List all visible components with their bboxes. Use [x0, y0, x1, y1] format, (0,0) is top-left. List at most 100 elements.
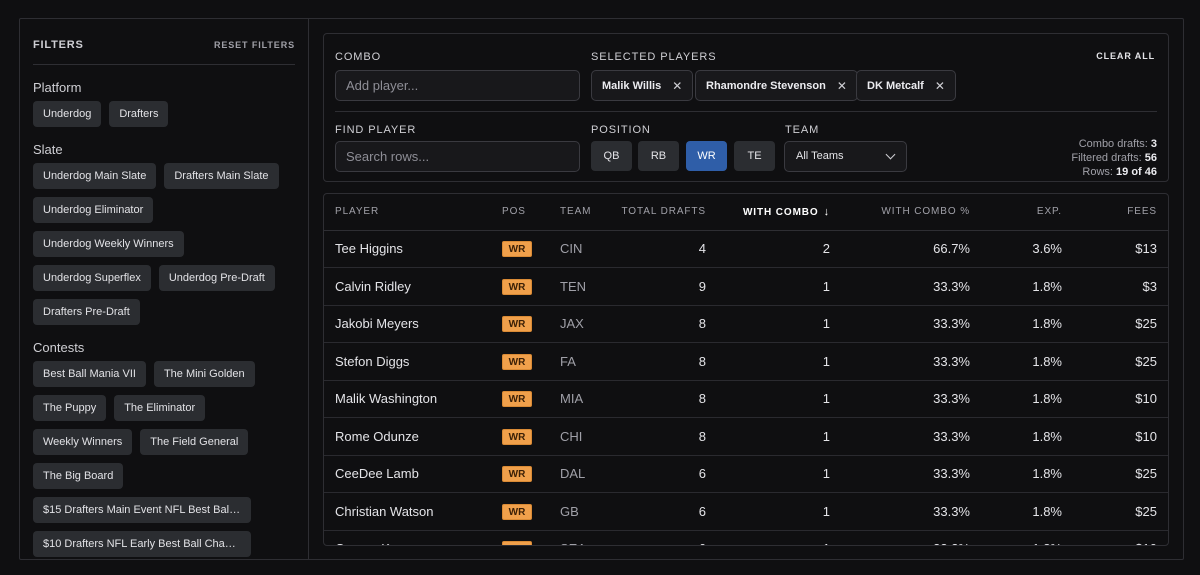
header-fees[interactable]: FEES: [1062, 194, 1168, 231]
table-row[interactable]: Jakobi Meyers WR JAX 8 1 33.3% 1.8% $25: [324, 305, 1168, 343]
pos-cell: WR: [502, 230, 560, 268]
slate-chip[interactable]: Drafters Main Slate: [164, 163, 279, 189]
team-label: TEAM: [785, 124, 820, 136]
player-cell: Calvin Ridley: [324, 267, 502, 306]
exp-cell: 1.8%: [970, 455, 1062, 493]
header-exp[interactable]: EXP.: [970, 194, 1062, 231]
position-badge: WR: [502, 428, 532, 445]
platform-chip-drafters[interactable]: Drafters: [109, 101, 169, 127]
header-pos[interactable]: POS: [502, 194, 560, 231]
table-row[interactable]: Tee Higgins WR CIN 4 2 66.7% 3.6% $13: [324, 230, 1168, 268]
fees-cell: $10: [1062, 530, 1168, 545]
with-combo-cell: 1: [706, 305, 830, 343]
slate-chip[interactable]: Underdog Eliminator: [33, 197, 154, 223]
header-with-combo-pct[interactable]: WITH COMBO %: [830, 194, 970, 231]
contest-chips: Best Ball Mania VII The Mini Golden The …: [33, 361, 295, 557]
combo-drafts-label: Combo drafts:: [1078, 138, 1148, 150]
team-select[interactable]: All Teams: [784, 141, 907, 172]
contest-chip[interactable]: The Big Board: [33, 463, 124, 489]
contest-chip[interactable]: Best Ball Mania VII: [33, 361, 146, 387]
players-table-wrap[interactable]: PLAYER POS TEAM TOTAL DRAFTS WITH COMBO ↓…: [323, 193, 1169, 546]
contest-chip[interactable]: $10 Drafters NFL Early Best Ball Cham...: [33, 531, 251, 557]
fees-cell: $10: [1062, 380, 1168, 418]
with-combo-pct-cell: 33.3%: [830, 492, 970, 531]
filtered-drafts-value: 56: [1144, 152, 1157, 164]
with-combo-pct-cell: 33.3%: [830, 305, 970, 343]
fees-cell: $25: [1062, 455, 1168, 493]
exp-cell: 1.8%: [970, 380, 1062, 418]
combo-drafts-stat: Combo drafts: 3: [1071, 137, 1157, 151]
with-combo-pct-cell: 33.3%: [830, 530, 970, 545]
with-combo-cell: 2: [706, 230, 830, 268]
position-te-button[interactable]: TE: [734, 141, 775, 171]
table-row[interactable]: CeeDee Lamb WR DAL 6 1 33.3% 1.8% $25: [324, 455, 1168, 493]
fees-cell: $13: [1062, 230, 1168, 268]
draft-stats: Combo drafts: 3 Filtered drafts: 56 Rows…: [1071, 137, 1157, 179]
player-cell: Rome Odunze: [324, 417, 502, 456]
remove-player-icon[interactable]: ✕: [837, 79, 847, 93]
table-row[interactable]: Calvin Ridley WR TEN 9 1 33.3% 1.8% $3: [324, 267, 1168, 306]
table-row[interactable]: Malik Washington WR MIA 8 1 33.3% 1.8% $10: [324, 380, 1168, 418]
header-with-combo[interactable]: WITH COMBO ↓: [706, 194, 830, 231]
selected-player-name: DK Metcalf: [867, 79, 924, 92]
slate-chip[interactable]: Underdog Main Slate: [33, 163, 157, 189]
position-wr-button[interactable]: WR: [686, 141, 727, 171]
table-row[interactable]: Rome Odunze WR CHI 8 1 33.3% 1.8% $10: [324, 417, 1168, 456]
fees-cell: $3: [1062, 267, 1168, 306]
slate-chip[interactable]: Drafters Pre-Draft: [33, 299, 140, 325]
sort-down-icon: ↓: [823, 205, 830, 218]
contest-chip[interactable]: Weekly Winners: [33, 429, 133, 455]
table-row[interactable]: Cooper KuppWR SEA6133.3%1.8%$10: [324, 530, 1168, 545]
exp-cell: 1.8%: [970, 417, 1062, 456]
remove-player-icon[interactable]: ✕: [935, 79, 945, 93]
slate-chip[interactable]: Underdog Superflex: [33, 265, 151, 291]
position-badge: WR: [502, 316, 532, 333]
clear-all-button[interactable]: CLEAR ALL: [1096, 51, 1155, 61]
pos-cell: WR: [502, 530, 560, 545]
platform-chip-underdog[interactable]: Underdog: [33, 101, 102, 127]
position-badge: WR: [502, 391, 532, 408]
slate-chips: Underdog Main Slate Drafters Main Slate …: [33, 163, 295, 325]
table-body: Tee Higgins WR CIN 4 2 66.7% 3.6% $13 Calvin Rid…: [324, 230, 1168, 545]
contest-chip[interactable]: The Eliminator: [114, 395, 206, 421]
header-team[interactable]: TEAM: [560, 194, 600, 231]
pos-cell: WR: [502, 305, 560, 343]
team-cell: TEN: [560, 267, 600, 306]
contest-chip[interactable]: The Puppy: [33, 395, 107, 421]
fees-cell: $25: [1062, 305, 1168, 343]
platform-section-title: Platform: [33, 80, 82, 95]
add-player-input[interactable]: Add player...: [335, 70, 580, 101]
player-cell: Stefon Diggs: [324, 342, 502, 381]
table-row[interactable]: Christian Watson WR GB 6 1 33.3% 1.8% $25: [324, 492, 1168, 531]
exp-cell: 1.8%: [970, 267, 1062, 306]
rows-value: 19 of 46: [1116, 166, 1157, 178]
position-rb-button[interactable]: RB: [638, 141, 679, 171]
total-drafts-cell: 8: [600, 417, 706, 456]
with-combo-cell: 1: [706, 342, 830, 381]
total-drafts-cell: 6: [600, 455, 706, 493]
with-combo-cell: 1: [706, 380, 830, 418]
header-player[interactable]: PLAYER: [324, 194, 502, 231]
contest-chip[interactable]: The Field General: [140, 429, 249, 455]
platform-chips: Underdog Drafters: [33, 101, 295, 127]
position-qb-button[interactable]: QB: [591, 141, 632, 171]
search-rows-input[interactable]: Search rows...: [335, 141, 580, 172]
rows-stat: Rows: 19 of 46: [1071, 165, 1157, 179]
pos-cell: WR: [502, 380, 560, 418]
combo-panel: COMBO Add player... SELECTED PLAYERS CLE…: [323, 33, 1169, 182]
player-cell: Cooper Kupp: [324, 530, 502, 545]
header-total-drafts[interactable]: TOTAL DRAFTS: [600, 194, 706, 231]
reset-filters-button[interactable]: RESET FILTERS: [214, 40, 295, 50]
player-cell: CeeDee Lamb: [324, 455, 502, 493]
contest-chip[interactable]: The Mini Golden: [153, 361, 255, 387]
with-combo-cell: 1: [706, 417, 830, 456]
slate-chip[interactable]: Underdog Pre-Draft: [158, 265, 275, 291]
table-row[interactable]: Stefon Diggs WR FA 8 1 33.3% 1.8% $25: [324, 342, 1168, 381]
with-combo-cell: 1: [706, 530, 830, 545]
team-cell: SEA: [560, 530, 600, 545]
slate-chip[interactable]: Underdog Weekly Winners: [33, 231, 184, 257]
contest-chip[interactable]: $15 Drafters Main Event NFL Best Ball ..…: [33, 497, 251, 523]
filters-title: FILTERS: [33, 39, 84, 51]
remove-player-icon[interactable]: ✕: [672, 79, 682, 93]
player-cell: Malik Washington: [324, 380, 502, 418]
